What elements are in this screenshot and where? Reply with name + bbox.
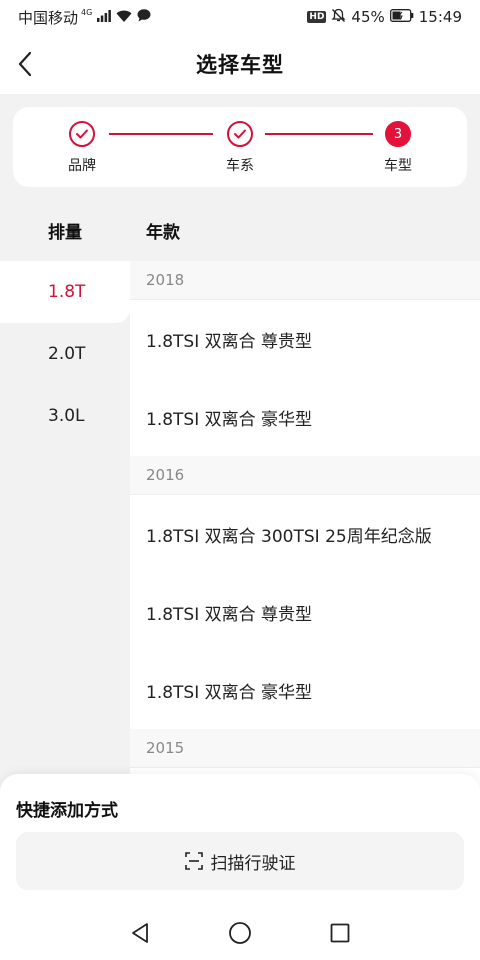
step-connector	[265, 133, 373, 135]
nav-recents-button[interactable]	[320, 913, 360, 953]
step-model: 3 车型	[358, 121, 438, 175]
step-connector	[109, 133, 213, 135]
chevron-left-icon	[18, 51, 32, 77]
step-number-badge: 3	[385, 121, 411, 147]
top-header: 选择车型	[0, 34, 480, 94]
chat-icon	[137, 8, 151, 26]
back-triangle-icon	[132, 922, 148, 943]
displacement-header: 排量	[48, 223, 82, 243]
year-header: 年款	[130, 200, 480, 261]
scan-icon	[184, 852, 203, 870]
check-icon	[69, 121, 95, 147]
nav-back-button[interactable]	[120, 913, 160, 953]
nav-home-button[interactable]	[220, 913, 260, 953]
displacement-item-3-0l[interactable]: 3.0L	[0, 385, 130, 447]
scan-license-label: 扫描行驶证	[210, 853, 296, 874]
step-label: 品牌	[68, 158, 96, 174]
step-label: 车系	[226, 158, 254, 174]
system-nav-bar	[0, 905, 480, 960]
model-item[interactable]: 1.8TSI 双离合 豪华型	[130, 651, 480, 729]
model-item[interactable]: 1.8TSI 双离合 尊贵型	[130, 573, 480, 651]
scan-license-button[interactable]: 扫描行驶证	[16, 832, 464, 890]
hd-badge: HD	[307, 11, 327, 23]
recents-square-icon	[330, 923, 350, 942]
step-brand[interactable]: 品牌	[42, 121, 122, 175]
year-section-header: 2016	[130, 456, 480, 495]
step-series[interactable]: 车系	[200, 121, 280, 175]
step-progress-card: 品牌 车系 3 车型	[13, 107, 467, 187]
signal-icon	[97, 8, 112, 26]
check-icon	[227, 121, 253, 147]
home-circle-icon	[229, 921, 251, 944]
steps-area: 品牌 车系 3 车型	[0, 94, 480, 200]
battery-icon	[389, 8, 414, 26]
year-section-header: 2015	[130, 729, 480, 768]
displacement-item-1-8t[interactable]: 1.8T	[0, 261, 130, 323]
back-button[interactable]	[10, 48, 40, 80]
model-item[interactable]: 1.8TSI 双离合 豪华型	[130, 378, 480, 456]
quick-add-panel: 快捷添加方式 扫描行驶证	[0, 774, 480, 905]
model-item[interactable]: 1.8TSI 双离合 300TSI 25周年纪念版	[130, 495, 480, 573]
mute-bell-icon	[331, 8, 346, 27]
wifi-icon	[116, 8, 132, 26]
page-title: 选择车型	[196, 53, 284, 77]
step-label: 车型	[384, 158, 412, 174]
quick-add-title: 快捷添加方式	[16, 801, 118, 821]
year-section-header: 2018	[130, 261, 480, 300]
displacement-item-2-0t[interactable]: 2.0T	[0, 323, 130, 385]
battery-percent: 45%	[351, 8, 385, 26]
network-type: 4G	[81, 7, 93, 17]
carrier-name: 中国移动	[18, 8, 79, 27]
status-bar: 中国移动 4G HD 45% 15:49	[0, 0, 480, 34]
model-item[interactable]: 1.8TSI 双离合 尊贵型	[130, 300, 480, 378]
clock: 15:49	[418, 8, 462, 26]
